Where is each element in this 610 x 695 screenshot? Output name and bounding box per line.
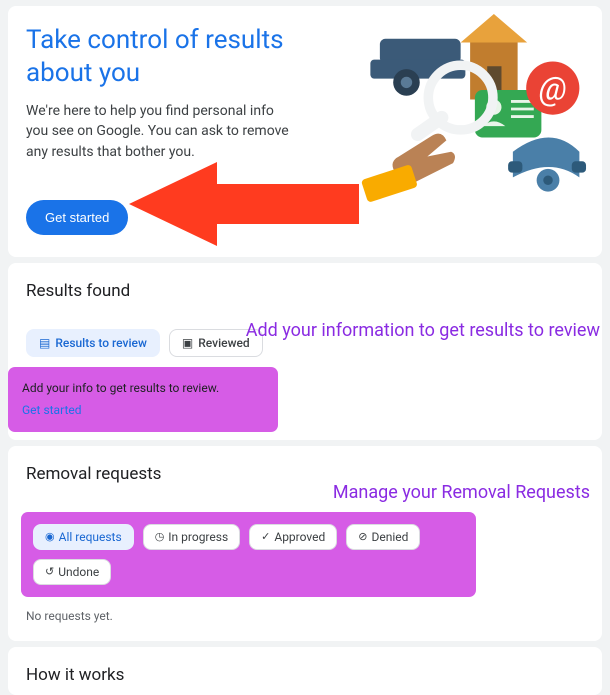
- filter-all-label: All requests: [59, 530, 122, 544]
- denied-icon: ⊘: [358, 530, 367, 543]
- undo-icon: ↺: [45, 565, 54, 578]
- removal-filter-highlight: ◉ All requests ◷ In progress ✓ Approved …: [21, 512, 476, 597]
- filter-undone[interactable]: ↺ Undone: [33, 559, 111, 585]
- add-info-get-started-link[interactable]: Get started: [22, 403, 82, 417]
- removal-annotation: Manage your Removal Requests: [333, 482, 590, 503]
- add-info-prompt: Add your info to get results to review. …: [8, 367, 278, 432]
- results-annotation: Add your information to get results to r…: [246, 320, 600, 341]
- filter-in-progress-label: In progress: [168, 530, 228, 544]
- results-found-title: Results found: [26, 281, 584, 301]
- results-found-card: Results found ▤ Results to review ▣ Revi…: [8, 263, 602, 440]
- filter-all-requests[interactable]: ◉ All requests: [33, 524, 134, 550]
- filter-denied-label: Denied: [371, 530, 408, 544]
- add-info-prompt-text: Add your info to get results to review.: [22, 381, 264, 395]
- arrow-annotation-icon: [129, 162, 359, 272]
- svg-text:@: @: [539, 70, 567, 108]
- hero-illustration: @: [355, 14, 590, 204]
- how-it-works-title: How it works: [26, 665, 584, 685]
- clock-icon: ◷: [155, 530, 165, 543]
- hero-description: We're here to help you find personal inf…: [26, 101, 296, 162]
- hero-title: Take control of results about you: [26, 24, 286, 89]
- filter-approved-label: Approved: [274, 530, 325, 544]
- check-icon: ✓: [261, 530, 270, 543]
- filter-denied[interactable]: ⊘ Denied: [346, 524, 420, 550]
- filter-undone-label: Undone: [58, 565, 99, 579]
- removal-requests-card: Removal requests Manage your Removal Req…: [8, 446, 602, 641]
- archive-icon: ▣: [182, 337, 193, 349]
- get-started-button[interactable]: Get started: [26, 200, 128, 235]
- hero-card: Take control of results about you We're …: [8, 6, 602, 257]
- globe-icon: ◉: [45, 530, 55, 543]
- tab-results-to-review[interactable]: ▤ Results to review: [26, 329, 160, 357]
- removal-requests-title: Removal requests: [26, 464, 584, 484]
- tab-reviewed-label: Reviewed: [198, 336, 249, 350]
- how-it-works-card: How it works: [8, 647, 602, 695]
- filter-in-progress[interactable]: ◷ In progress: [143, 524, 240, 550]
- list-icon: ▤: [39, 337, 50, 349]
- no-requests-text: No requests yet.: [26, 609, 584, 623]
- tab-results-to-review-label: Results to review: [55, 336, 147, 350]
- filter-approved[interactable]: ✓ Approved: [249, 524, 337, 550]
